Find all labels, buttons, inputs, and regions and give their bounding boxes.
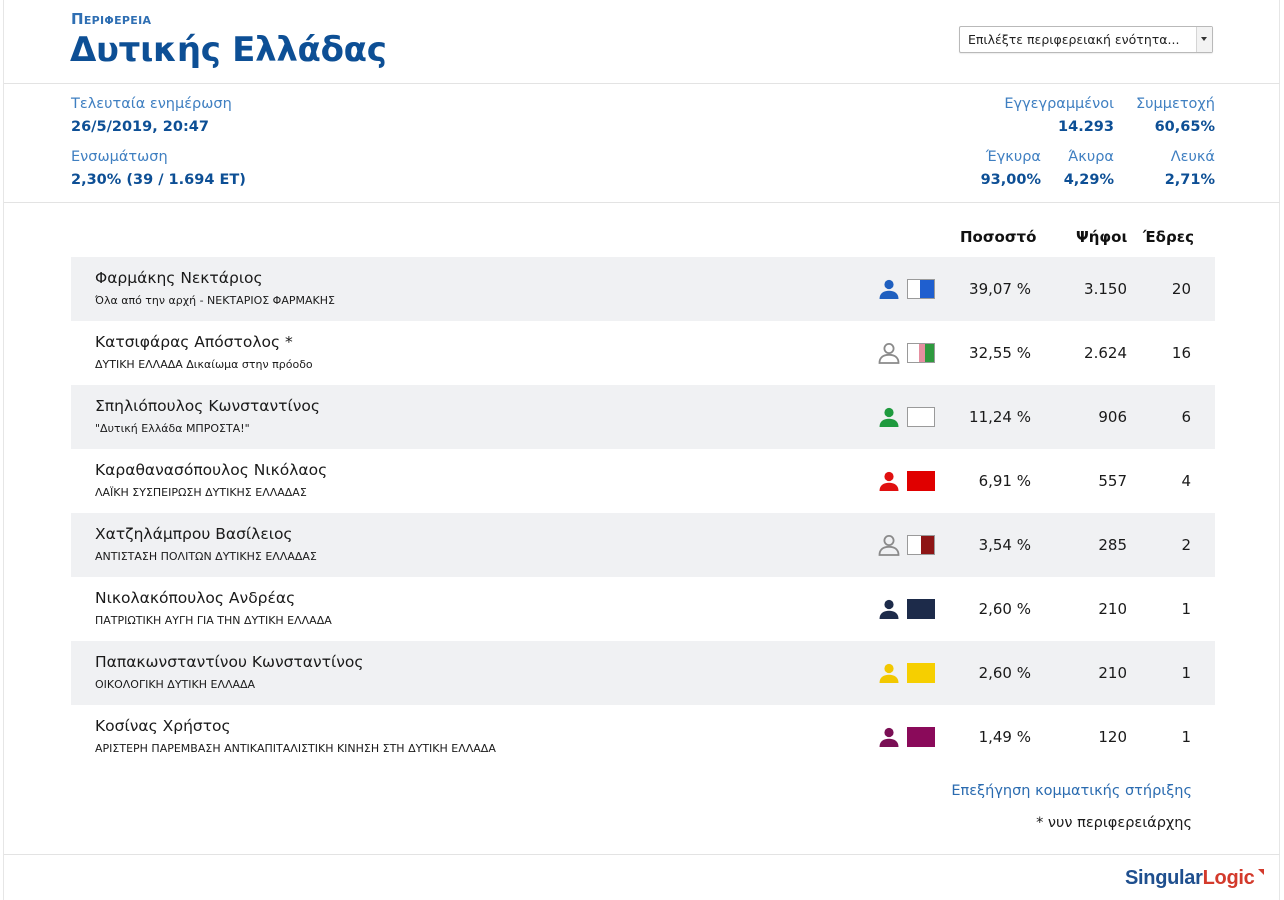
person-icon [879, 471, 899, 491]
vote-count: 3.150 [1084, 280, 1127, 298]
candidate-name: Φαρμάκης Νεκτάριος [95, 269, 263, 287]
vote-count: 210 [1098, 600, 1127, 618]
select-placeholder: Επιλέξτε περιφερειακή ενότητα... [968, 32, 1180, 47]
party-support-link[interactable]: Επεξήγηση κομματικής στήριξης [940, 783, 1192, 799]
blank-label: Λευκά [1170, 149, 1215, 165]
person-icon [878, 343, 900, 364]
table-row[interactable]: Νικολακόπουλος Ανδρέας ΠΑΤΡΙΩΤΙΚΗ ΑΥΓΗ ΓΙ… [71, 577, 1215, 641]
table-row[interactable]: Κοσίνας Χρήστος ΑΡΙΣΤΕΡΗ ΠΑΡΕΜΒΑΣΗ ΑΝΤΙΚΑ… [71, 705, 1215, 769]
column-header-seats: Έδρες [1143, 228, 1194, 246]
candidate-name: Σπηλιόπουλος Κωνσταντίνος [95, 397, 320, 415]
page-title: Δυτικής Ελλάδας [70, 30, 387, 70]
vote-percent: 32,55 % [969, 344, 1031, 362]
seat-count: 1 [1181, 728, 1191, 746]
person-icon [879, 407, 899, 427]
vote-count: 120 [1098, 728, 1127, 746]
vote-count: 210 [1098, 664, 1127, 682]
party-color-flag [907, 343, 935, 363]
vote-percent: 39,07 % [969, 280, 1031, 298]
candidate-name: Κοσίνας Χρήστος [95, 717, 231, 735]
last-update-value: 26/5/2019, 20:47 [71, 119, 209, 135]
party-name: ΟΙΚΟΛΟΓΙΚΗ ΔΥΤΙΚΗ ΕΛΛΑΔΑ [95, 678, 256, 691]
vote-percent: 3,54 % [978, 536, 1031, 554]
incumbent-note: * νυν περιφερειάρχης [1036, 815, 1192, 831]
person-icon [879, 599, 899, 619]
table-row[interactable]: Σπηλιόπουλος Κωνσταντίνος "Δυτική Ελλάδα … [71, 385, 1215, 449]
seat-count: 2 [1181, 536, 1191, 554]
valid-value: 93,00% [980, 172, 1041, 188]
table-row[interactable]: Παπακωνσταντίνου Κωνσταντίνος ΟΙΚΟΛΟΓΙΚΗ … [71, 641, 1215, 705]
vote-percent: 6,91 % [978, 472, 1031, 490]
table-row[interactable]: Φαρμάκης Νεκτάριος Όλα από την αρχή - ΝΕΚ… [71, 257, 1215, 321]
vote-percent: 2,60 % [978, 664, 1031, 682]
party-color-flag [907, 279, 935, 299]
seat-count: 20 [1171, 280, 1191, 298]
party-name: ΑΡΙΣΤΕΡΗ ΠΑΡΕΜΒΑΣΗ ΑΝΤΙΚΑΠΙΤΑΛΙΣΤΙΚΗ ΚΙΝ… [95, 742, 496, 755]
party-name: "Δυτική Ελλάδα ΜΠΡΟΣΤΑ!" [95, 422, 250, 435]
person-icon [879, 727, 899, 747]
singularlogic-logo: SingularLogic [1125, 867, 1265, 890]
party-name: ΑΝΤΙΣΤΑΣΗ ΠΟΛΙΤΩΝ ΔΥΤΙΚΗΣ ΕΛΛΑΔΑΣ [95, 550, 317, 563]
vote-count: 2.624 [1084, 344, 1127, 362]
party-color-flag [907, 471, 935, 491]
invalid-label: Άκυρα [1068, 149, 1114, 165]
valid-label: Έγκυρα [985, 149, 1041, 165]
party-name: ΠΑΤΡΙΩΤΙΚΗ ΑΥΓΗ ΓΙΑ ΤΗΝ ΔΥΤΙΚΗ ΕΛΛΑΔΑ [95, 614, 332, 627]
column-header-votes: Ψήφοι [1076, 228, 1128, 246]
region-label: Περιφερεια [71, 10, 152, 28]
vote-percent: 11,24 % [969, 408, 1031, 426]
candidate-name: Νικολακόπουλος Ανδρέας [95, 589, 296, 607]
party-color-flag [907, 727, 935, 747]
person-icon [879, 279, 899, 299]
person-icon [878, 535, 900, 556]
candidate-name: Χατζηλάμπρου Βασίλειος [95, 525, 293, 543]
party-name: ΔΥΤΙΚΗ ΕΛΛΑΔΑ Δικαίωμα στην πρόοδο [95, 358, 313, 371]
seat-count: 1 [1181, 664, 1191, 682]
party-color-flag [907, 599, 935, 619]
blank-value: 2,71% [1164, 172, 1215, 188]
divider [4, 202, 1280, 203]
regional-unit-select[interactable]: Επιλέξτε περιφερειακή ενότητα... [959, 26, 1213, 53]
person-icon [879, 663, 899, 683]
vote-count: 906 [1098, 408, 1127, 426]
registered-value: 14.293 [1058, 119, 1114, 135]
turnout-value: 60,65% [1154, 119, 1215, 135]
candidate-name: Καραθανασόπουλος Νικόλαος [95, 461, 328, 479]
party-name: Όλα από την αρχή - ΝΕΚΤΑΡΙΟΣ ΦΑΡΜΑΚΗΣ [95, 294, 335, 307]
seat-count: 1 [1181, 600, 1191, 618]
candidate-name: Παπακωνσταντίνου Κωνσταντίνος [95, 653, 364, 671]
party-color-flag [907, 535, 935, 555]
seat-count: 4 [1181, 472, 1191, 490]
party-color-flag [907, 407, 935, 427]
dropdown-arrow-icon[interactable] [1196, 27, 1212, 52]
table-row[interactable]: Καραθανασόπουλος Νικόλαος ΛΑΪΚΗ ΣΥΣΠΕΙΡΩΣ… [71, 449, 1215, 513]
table-row[interactable]: Χατζηλάμπρου Βασίλειος ΑΝΤΙΣΤΑΣΗ ΠΟΛΙΤΩΝ … [71, 513, 1215, 577]
vote-count: 285 [1098, 536, 1127, 554]
registered-label: Εγγεγραμμένοι [1004, 96, 1114, 112]
turnout-label: Συμμετοχή [1135, 96, 1215, 112]
vote-percent: 2,60 % [978, 600, 1031, 618]
column-header-percent: Ποσοστό [960, 228, 1037, 246]
table-row[interactable]: Κατσιφάρας Απόστολος * ΔΥΤΙΚΗ ΕΛΛΑΔΑ Δικα… [71, 321, 1215, 385]
party-name: ΛΑΪΚΗ ΣΥΣΠΕΙΡΩΣΗ ΔΥΤΙΚΗΣ ΕΛΛΑΔΑΣ [95, 486, 307, 499]
seat-count: 16 [1171, 344, 1191, 362]
last-update-label: Τελευταία ενημέρωση [71, 96, 232, 112]
vote-percent: 1,49 % [978, 728, 1031, 746]
integration-value: 2,30% (39 / 1.694 ΕΤ) [71, 172, 246, 188]
integration-label: Ενσωμάτωση [71, 149, 168, 165]
seat-count: 6 [1181, 408, 1191, 426]
candidate-name: Κατσιφάρας Απόστολος * [95, 333, 293, 351]
divider [4, 83, 1280, 84]
party-color-flag [907, 663, 935, 683]
vote-count: 557 [1098, 472, 1127, 490]
divider [4, 854, 1280, 855]
invalid-value: 4,29% [1063, 172, 1114, 188]
